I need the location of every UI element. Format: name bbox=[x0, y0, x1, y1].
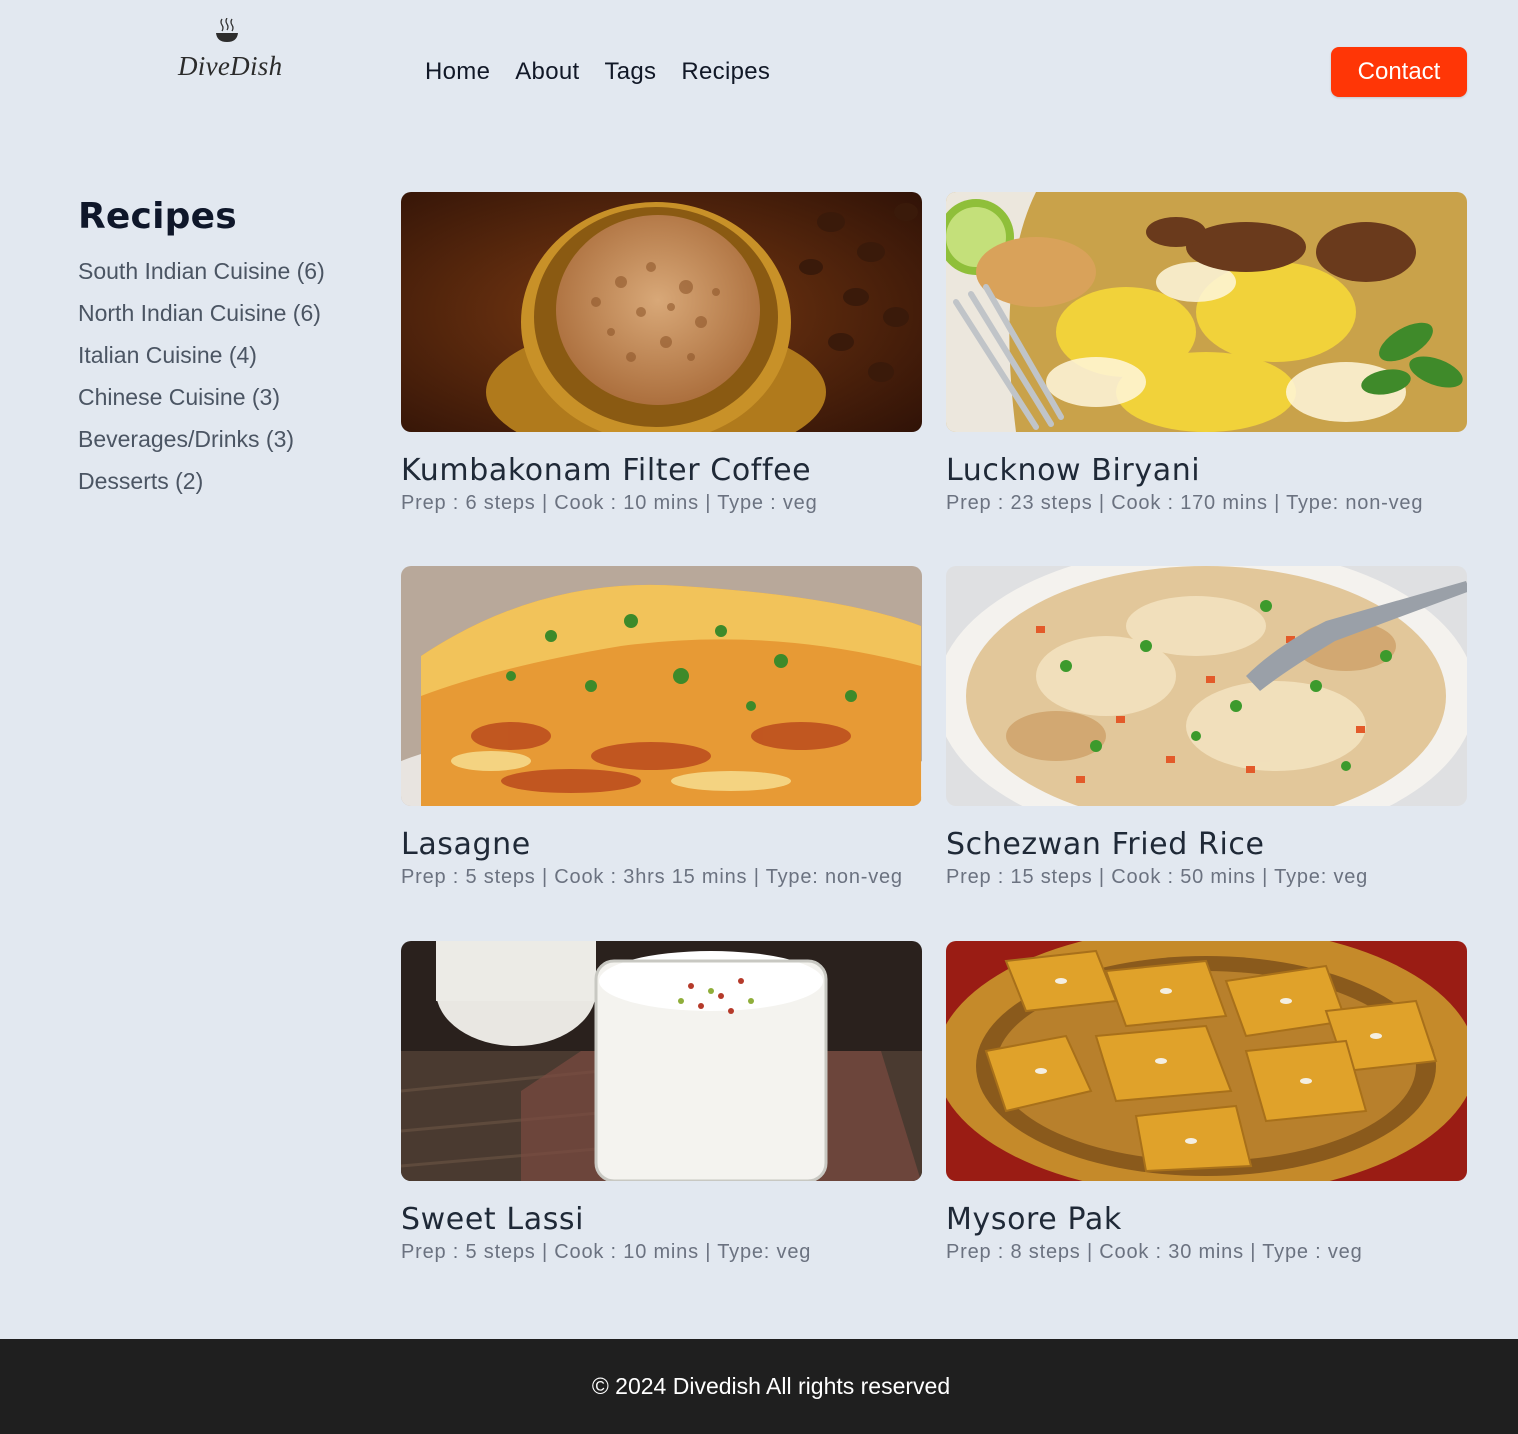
lasagne-image bbox=[401, 566, 922, 806]
recipe-meta: Prep : 23 steps | Cook : 170 mins | Type… bbox=[946, 492, 1424, 514]
category-list: South Indian Cuisine (6) North Indian Cu… bbox=[78, 257, 378, 509]
recipe-meta: Prep : 15 steps | Cook : 50 mins | Type:… bbox=[946, 866, 1369, 888]
category-item: Chinese Cuisine (3) bbox=[78, 383, 378, 425]
category-item: North Indian Cuisine (6) bbox=[78, 299, 378, 341]
lassi-image bbox=[401, 941, 922, 1181]
recipe-title: Mysore Pak bbox=[946, 1202, 1122, 1237]
recipe-card[interactable]: Mysore Pak Prep : 8 steps | Cook : 30 mi… bbox=[946, 941, 1467, 1265]
recipe-title: Sweet Lassi bbox=[401, 1202, 585, 1237]
category-link-chinese[interactable]: Chinese Cuisine (3) bbox=[78, 384, 280, 410]
nav-home-link[interactable]: Home bbox=[425, 57, 490, 87]
recipe-title: Lucknow Biryani bbox=[946, 453, 1201, 488]
contact-button[interactable]: Contact bbox=[1331, 47, 1467, 97]
recipe-meta: Prep : 8 steps | Cook : 30 mins | Type :… bbox=[946, 1241, 1363, 1263]
recipe-card[interactable]: Lucknow Biryani Prep : 23 steps | Cook :… bbox=[946, 192, 1467, 516]
nav-about-link[interactable]: About bbox=[515, 57, 579, 87]
nav-tags-link[interactable]: Tags bbox=[604, 57, 656, 87]
recipe-card[interactable]: Schezwan Fried Rice Prep : 15 steps | Co… bbox=[946, 566, 1467, 890]
copyright-text: © 2024 Divedish All rights reserved bbox=[591, 1373, 951, 1399]
fried-rice-image bbox=[946, 566, 1467, 806]
recipe-card[interactable]: Lasagne Prep : 5 steps | Cook : 3hrs 15 … bbox=[401, 566, 922, 890]
category-item: Desserts (2) bbox=[78, 467, 378, 509]
recipe-title: Lasagne bbox=[401, 827, 531, 862]
recipe-card[interactable]: Sweet Lassi Prep : 5 steps | Cook : 10 m… bbox=[401, 941, 922, 1265]
category-item: Beverages/Drinks (3) bbox=[78, 425, 378, 467]
category-link-north-indian[interactable]: North Indian Cuisine (6) bbox=[78, 300, 321, 326]
category-link-desserts[interactable]: Desserts (2) bbox=[78, 468, 203, 494]
category-link-beverages[interactable]: Beverages/Drinks (3) bbox=[78, 426, 294, 452]
category-item: South Indian Cuisine (6) bbox=[78, 257, 378, 299]
site-footer: © 2024 Divedish All rights reserved bbox=[0, 1339, 1518, 1434]
logo-text: DiveDish bbox=[178, 51, 283, 81]
mysore-pak-image bbox=[946, 941, 1467, 1181]
sidebar-title: Recipes bbox=[78, 196, 237, 237]
logo-link[interactable]: DiveDish bbox=[168, 16, 286, 82]
biryani-image bbox=[946, 192, 1467, 432]
nav-recipes-link[interactable]: Recipes bbox=[681, 57, 770, 87]
main-nav: Home About Tags Recipes bbox=[425, 57, 770, 87]
recipe-title: Schezwan Fried Rice bbox=[946, 827, 1265, 862]
recipe-categories-sidebar: Recipes South Indian Cuisine (6) North I… bbox=[78, 193, 378, 509]
site-header: DiveDish Home About Tags Recipes Contact bbox=[0, 0, 1518, 150]
category-link-italian[interactable]: Italian Cuisine (4) bbox=[78, 342, 257, 368]
recipe-meta: Prep : 6 steps | Cook : 10 mins | Type :… bbox=[401, 492, 818, 514]
recipe-meta: Prep : 5 steps | Cook : 10 mins | Type: … bbox=[401, 1241, 812, 1263]
recipe-card[interactable]: Kumbakonam Filter Coffee Prep : 6 steps … bbox=[401, 192, 922, 516]
category-item: Italian Cuisine (4) bbox=[78, 341, 378, 383]
recipe-meta: Prep : 5 steps | Cook : 3hrs 15 mins | T… bbox=[401, 866, 903, 888]
category-link-south-indian[interactable]: South Indian Cuisine (6) bbox=[78, 258, 325, 284]
recipe-title: Kumbakonam Filter Coffee bbox=[401, 453, 812, 488]
filter-coffee-image bbox=[401, 192, 922, 432]
cooking-pot-icon bbox=[215, 17, 239, 44]
